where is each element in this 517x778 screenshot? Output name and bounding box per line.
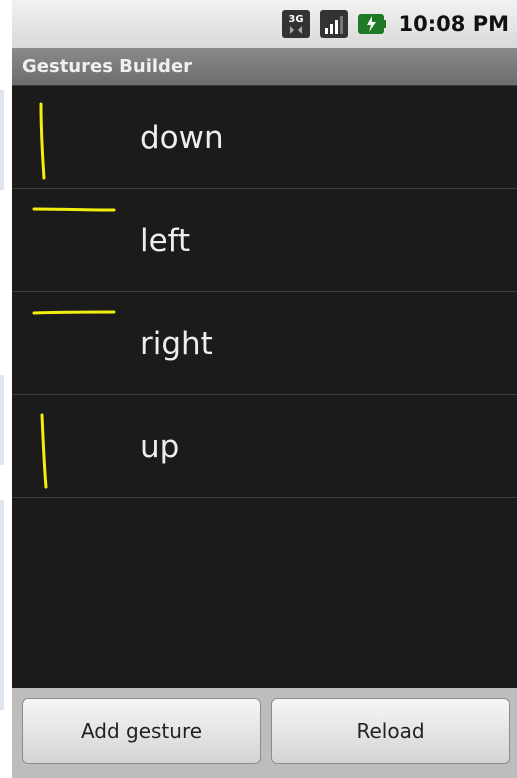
device-screen: 3G 10:08 PM Gestures Builder down left r…: [12, 0, 517, 778]
add-gesture-button[interactable]: Add gesture: [22, 698, 261, 764]
status-bar: 3G 10:08 PM: [12, 0, 517, 48]
vertical-stroke-gesture-icon: [28, 94, 120, 182]
bottom-button-bar: Add gesture Reload: [12, 688, 517, 778]
battery-charging-icon: [357, 9, 387, 39]
gesture-name: down: [140, 119, 224, 156]
status-time: 10:08 PM: [398, 12, 509, 36]
window-edge-accent: [0, 90, 4, 190]
horizontal-stroke-gesture-icon: [28, 300, 120, 388]
list-item-left[interactable]: left: [12, 189, 517, 292]
gesture-name: right: [140, 325, 213, 362]
gesture-name: left: [140, 222, 191, 259]
list-item-right[interactable]: right: [12, 292, 517, 395]
app-title-bar: Gestures Builder: [12, 48, 517, 86]
gesture-name: up: [140, 428, 180, 465]
list-item-down[interactable]: down: [12, 86, 517, 189]
list-item-up[interactable]: up: [12, 395, 517, 498]
window-edge-accent: [0, 375, 4, 465]
signal-bars-icon: [319, 9, 349, 39]
reload-button[interactable]: Reload: [271, 698, 510, 764]
3g-icon: 3G: [281, 9, 311, 39]
horizontal-stroke-gesture-icon: [28, 197, 120, 285]
window-edge-accent: [0, 500, 4, 710]
gesture-list: down left right up: [12, 86, 517, 498]
vertical-stroke-gesture-icon: [28, 403, 120, 491]
svg-text:3G: 3G: [288, 14, 303, 25]
page-title: Gestures Builder: [22, 56, 193, 77]
